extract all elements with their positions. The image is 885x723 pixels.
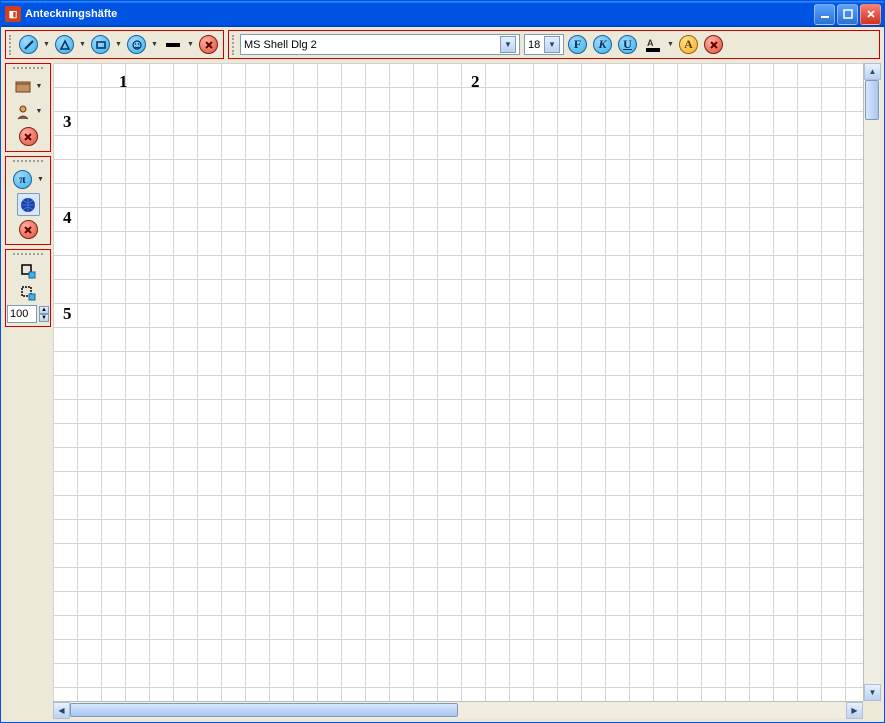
grid-label: 3 xyxy=(63,112,72,132)
zoom-input[interactable]: 100 xyxy=(7,305,37,323)
font-size-dropdown[interactable]: ▼ xyxy=(544,36,560,53)
close-icon xyxy=(19,220,38,239)
book-dropdown[interactable]: ▼ xyxy=(35,75,44,98)
titlebar: ◧ Anteckningshäfte xyxy=(1,1,884,27)
side-group-2: π ▼ xyxy=(5,156,51,245)
side-group-1: ▼ ▼ xyxy=(5,63,51,152)
user-button[interactable] xyxy=(13,102,33,122)
underline-icon: U xyxy=(618,35,637,54)
font-color-button[interactable]: A xyxy=(641,33,664,56)
zoom-down-button[interactable]: ▼ xyxy=(39,314,49,322)
toolbar-grip[interactable] xyxy=(13,67,43,71)
pi-dropdown[interactable]: ▼ xyxy=(36,168,45,191)
line-tool-button[interactable] xyxy=(17,33,40,56)
triangle-dropdown[interactable]: ▼ xyxy=(78,33,87,56)
globe-button[interactable] xyxy=(17,193,40,216)
font-name-combo[interactable]: MS Shell Dlg 2 ▼ xyxy=(240,34,520,55)
face-icon xyxy=(127,35,146,54)
pi-button[interactable]: π xyxy=(11,168,34,191)
underline-button[interactable]: U xyxy=(616,33,639,56)
globe-icon xyxy=(19,196,37,214)
highlight-icon: A xyxy=(679,35,698,54)
rect-dropdown[interactable]: ▼ xyxy=(114,33,123,56)
triangle-tool-button[interactable] xyxy=(53,33,76,56)
scroll-up-button[interactable]: ▲ xyxy=(864,63,881,80)
line-color-icon xyxy=(163,35,182,54)
line-dropdown[interactable]: ▼ xyxy=(42,33,51,56)
font-combo-dropdown[interactable]: ▼ xyxy=(500,36,516,53)
line-color-dropdown[interactable]: ▼ xyxy=(186,33,195,56)
rectangle-icon xyxy=(91,35,110,54)
side2-close-button[interactable] xyxy=(17,218,40,241)
grid-label: 2 xyxy=(471,72,480,92)
crop-button-1[interactable] xyxy=(18,261,38,281)
scroll-track[interactable] xyxy=(70,702,846,718)
close-icon xyxy=(19,127,38,146)
font-size-value: 18 xyxy=(528,39,540,51)
font-close-button[interactable] xyxy=(702,33,725,56)
app-icon: ◧ xyxy=(5,6,21,22)
italic-icon: K xyxy=(593,35,612,54)
maximize-button[interactable] xyxy=(837,4,858,25)
grid-background xyxy=(53,63,863,701)
font-color-icon: A xyxy=(643,35,662,54)
rect-tool-button[interactable] xyxy=(89,33,112,56)
toolbar-grip[interactable] xyxy=(9,35,13,55)
scroll-left-button[interactable]: ◀ xyxy=(53,702,70,719)
scroll-corner xyxy=(863,701,880,718)
face-tool-button[interactable] xyxy=(125,33,148,56)
grid-label: 5 xyxy=(63,304,72,324)
highlight-button[interactable]: A xyxy=(677,33,700,56)
bold-button[interactable]: F xyxy=(566,33,589,56)
book-button[interactable] xyxy=(13,77,33,97)
font-name-value: MS Shell Dlg 2 xyxy=(244,39,317,51)
user-dropdown[interactable]: ▼ xyxy=(35,100,44,123)
zoom-up-button[interactable]: ▲ xyxy=(39,306,49,314)
draw-toolbar: ▼ ▼ ▼ ▼ ▼ xyxy=(5,30,224,59)
window-title: Anteckningshäfte xyxy=(25,8,813,20)
horizontal-scrollbar[interactable]: ◀ ▶ xyxy=(53,701,863,718)
side-rail: ▼ ▼ π ▼ xyxy=(5,63,51,327)
scroll-thumb[interactable] xyxy=(865,80,879,120)
scroll-right-button[interactable]: ▶ xyxy=(846,702,863,719)
draw-close-button[interactable] xyxy=(197,33,220,56)
close-icon xyxy=(704,35,723,54)
crop-button-2[interactable] xyxy=(18,283,38,303)
close-icon xyxy=(199,35,218,54)
grid-viewport[interactable]: 1 2 3 4 5 xyxy=(53,63,863,701)
toolbar-grip[interactable] xyxy=(232,35,236,55)
face-dropdown[interactable]: ▼ xyxy=(150,33,159,56)
close-window-button[interactable] xyxy=(860,4,881,25)
side-group-3: 100 ▲ ▼ xyxy=(5,249,51,327)
zoom-value: 100 xyxy=(10,308,28,320)
canvas-area: 1 2 3 4 5 ▲ ▼ ◀ ▶ xyxy=(53,63,880,718)
toolbar-grip[interactable] xyxy=(13,253,43,257)
line-color-button[interactable] xyxy=(161,33,184,56)
minimize-button[interactable] xyxy=(814,4,835,25)
toolbar-grip[interactable] xyxy=(13,160,43,164)
line-icon xyxy=(19,35,38,54)
font-size-combo[interactable]: 18 ▼ xyxy=(524,34,564,55)
grid-label: 4 xyxy=(63,208,72,228)
font-toolbar: MS Shell Dlg 2 ▼ 18 ▼ F K U A xyxy=(228,30,880,59)
side1-close-button[interactable] xyxy=(17,125,40,148)
triangle-icon xyxy=(55,35,74,54)
pi-icon: π xyxy=(13,170,32,189)
italic-button[interactable]: K xyxy=(591,33,614,56)
scroll-track[interactable] xyxy=(864,80,880,684)
scroll-thumb[interactable] xyxy=(70,703,458,717)
top-toolbar-row: ▼ ▼ ▼ ▼ ▼ xyxy=(1,27,884,62)
bold-icon: F xyxy=(568,35,587,54)
svg-text:A: A xyxy=(647,38,654,47)
vertical-scrollbar[interactable]: ▲ ▼ xyxy=(863,63,880,701)
scroll-down-button[interactable]: ▼ xyxy=(864,684,881,701)
font-color-dropdown[interactable]: ▼ xyxy=(666,33,675,56)
grid-label: 1 xyxy=(119,72,128,92)
